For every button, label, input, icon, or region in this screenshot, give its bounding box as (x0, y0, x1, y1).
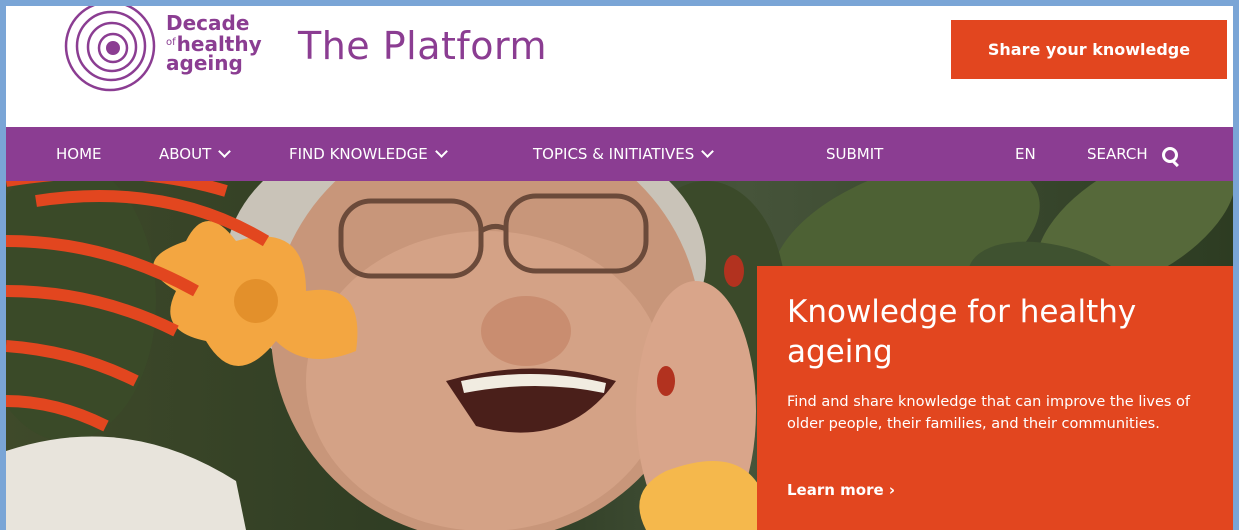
nav-about-label: ABOUT (159, 145, 212, 163)
chevron-down-icon (434, 145, 448, 158)
platform-title: The Platform (298, 24, 548, 68)
language-selector[interactable]: EN (1015, 127, 1036, 181)
nav-topics-label: TOPICS & INITIATIVES (533, 145, 695, 163)
search-label: SEARCH (1087, 145, 1148, 163)
nav-submit[interactable]: SUBMIT (826, 127, 883, 181)
page-frame: Decade ofhealthy ageing The Platform Sha… (6, 6, 1233, 530)
main-nav: HOME ABOUT FIND KNOWLEDGE TOPICS & INITI… (6, 127, 1233, 181)
share-knowledge-button[interactable]: Share your knowledge (951, 20, 1227, 79)
learn-more-link[interactable]: Learn more › (787, 481, 895, 499)
nav-home-label: HOME (56, 145, 102, 163)
language-label: EN (1015, 145, 1036, 163)
logo-wordmark[interactable]: Decade ofhealthy ageing (166, 11, 262, 75)
chevron-down-icon (701, 145, 715, 158)
nav-home[interactable]: HOME (56, 127, 102, 181)
logo-line-decade: Decade (166, 11, 250, 35)
nav-topics-initiatives[interactable]: TOPICS & INITIATIVES (533, 127, 715, 181)
chevron-down-icon (218, 145, 232, 158)
search-icon (1161, 146, 1179, 167)
nav-search[interactable]: SEARCH (1087, 127, 1179, 181)
decade-logo-icon[interactable] (64, 6, 156, 92)
hero-title: Knowledge for healthy ageing (787, 294, 1137, 370)
hero-description: Find and share knowledge that can improv… (787, 394, 1191, 432)
hero-card: Knowledge for healthy ageing Find and sh… (757, 266, 1233, 530)
nav-about[interactable]: ABOUT (159, 127, 232, 181)
nav-find-knowledge[interactable]: FIND KNOWLEDGE (289, 127, 448, 181)
logo-line-ageing: ageing (166, 51, 243, 75)
logo-of: of (166, 37, 176, 48)
site-header: Decade ofhealthy ageing The Platform Sha… (6, 6, 1233, 127)
nav-find-label: FIND KNOWLEDGE (289, 145, 428, 163)
nav-submit-label: SUBMIT (826, 145, 884, 163)
hero-banner: Knowledge for healthy ageing Find and sh… (6, 181, 1233, 530)
